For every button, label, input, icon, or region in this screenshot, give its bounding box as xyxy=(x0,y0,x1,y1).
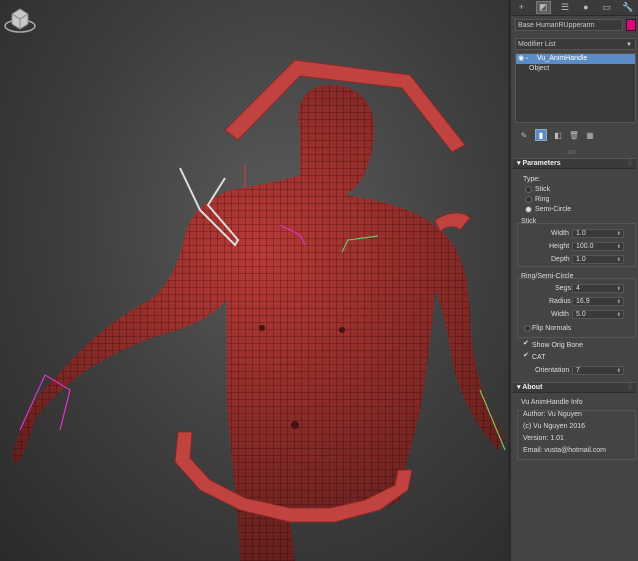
modify-tab-icon[interactable]: ◩ xyxy=(535,1,551,14)
cat-checkbox[interactable]: ✔ xyxy=(523,352,529,359)
stick-width-value: 1.0 xyxy=(576,230,586,237)
create-tab-icon[interactable]: + xyxy=(515,2,528,13)
orientation-spinner[interactable]: 7 ⬍ xyxy=(572,366,624,375)
stack-item-vu-animhandle[interactable]: ◉ ▫ Vu_AnimHandle xyxy=(516,54,635,64)
type-ring-label: Ring xyxy=(535,196,550,203)
command-panel: + ◩ ☰ ● ▭ 🔧 Base HumanRUpperarm Modifier… xyxy=(511,0,638,561)
scene-render xyxy=(12,59,506,561)
type-ring-radio[interactable] xyxy=(525,196,532,203)
eye-icon[interactable]: ◉ xyxy=(518,54,524,64)
rollout-menu-icon[interactable]: ⁞⁞ xyxy=(628,383,632,393)
modifier-stack: ◉ ▫ Vu_AnimHandle Object xyxy=(515,53,636,123)
show-orig-bone-checkbox[interactable]: ✔ xyxy=(523,340,529,347)
make-unique-icon[interactable]: ◧ xyxy=(553,130,563,140)
ring-radius-label: Radius xyxy=(549,298,571,305)
stick-height-spinner[interactable]: 100.0 ⬍ xyxy=(572,242,624,251)
about-copyright: (c) Vu Nguyen 2016 xyxy=(523,423,585,430)
motion-tab-icon[interactable]: ● xyxy=(579,2,592,13)
rollout-menu-icon[interactable]: ⁞⁞ xyxy=(628,159,632,169)
chevron-down-icon: ▼ xyxy=(626,42,632,48)
flip-normals-label: Flip Normals xyxy=(532,325,572,332)
spinner-arrows-icon[interactable]: ⬍ xyxy=(617,243,621,251)
ring-segs-label: Segs xyxy=(555,285,571,292)
about-group-label: Vu AnimHandle Info xyxy=(521,399,583,406)
spinner-arrows-icon[interactable]: ⬍ xyxy=(617,285,621,293)
ring-width-value: 5.0 xyxy=(576,311,586,318)
orientation-label: Orientation xyxy=(535,367,570,374)
utilities-tab-icon[interactable]: 🔧 xyxy=(621,2,634,13)
stick-height-value: 100.0 xyxy=(576,243,594,250)
parameters-title: Parameters xyxy=(522,160,561,167)
ring-radius-value: 16.9 xyxy=(576,298,590,305)
ring-radius-spinner[interactable]: 16.9 ⬍ xyxy=(572,297,624,306)
modifier-list-dropdown[interactable]: Modifier List ▼ xyxy=(515,38,636,50)
ring-width-spinner[interactable]: 5.0 ⬍ xyxy=(572,310,624,319)
configure-sets-icon[interactable]: ▦ xyxy=(585,130,595,140)
stick-depth-spinner[interactable]: 1.0 ⬍ xyxy=(572,255,624,264)
about-title: About xyxy=(522,384,543,391)
spinner-arrows-icon[interactable]: ⬍ xyxy=(617,230,621,238)
type-stick-label: Stick xyxy=(535,186,551,193)
ring-width-label: Width xyxy=(551,311,569,318)
modifier-list-label: Modifier List xyxy=(518,41,556,48)
about-email: Email: vusta@hotmail.com xyxy=(523,447,606,454)
cat-label: CAT xyxy=(532,354,546,361)
show-orig-bone-label: Show Orig Bone xyxy=(532,342,583,349)
character-mesh xyxy=(12,84,505,561)
expand-icon[interactable]: ▫ xyxy=(526,54,528,64)
spinner-arrows-icon[interactable]: ⬍ xyxy=(617,298,621,306)
type-label: Type: xyxy=(523,176,541,183)
pin-stack-icon[interactable]: ✎ xyxy=(519,130,529,140)
stick-height-label: Height xyxy=(549,243,570,250)
hierarchy-tab-icon[interactable]: ☰ xyxy=(559,2,572,13)
spinner-arrows-icon[interactable]: ⬍ xyxy=(617,367,621,375)
type-semicircle-label: Semi-Circle xyxy=(535,206,572,213)
max-window: + ◩ ☰ ● ▭ 🔧 Base HumanRUpperarm Modifier… xyxy=(0,0,638,561)
stick-depth-value: 1.0 xyxy=(576,256,586,263)
stack-item-label: Object xyxy=(529,65,550,72)
show-end-result-icon[interactable]: ▮ xyxy=(535,129,547,141)
object-color-swatch[interactable] xyxy=(626,19,636,31)
command-panel-tabs: + ◩ ☰ ● ▭ 🔧 xyxy=(511,0,638,16)
ring-segs-spinner[interactable]: 4 ⬍ xyxy=(572,284,624,293)
about-version: Version: 1.01 xyxy=(523,435,564,442)
about-author: Author: Vu Nguyen xyxy=(523,411,582,418)
ring-segs-value: 4 xyxy=(576,285,580,292)
stick-width-label: Width xyxy=(551,230,569,237)
flip-normals-checkbox[interactable] xyxy=(524,325,531,332)
type-semicircle-radio[interactable] xyxy=(525,206,532,213)
viewcube-icon[interactable] xyxy=(0,0,40,40)
spinner-arrows-icon[interactable]: ⬍ xyxy=(617,256,621,264)
remove-modifier-icon[interactable]: 🗑 xyxy=(569,130,579,140)
stack-toolbar: ✎ ▮ ◧ 🗑 ▦ xyxy=(515,129,636,141)
display-tab-icon[interactable]: ▭ xyxy=(600,2,613,13)
viewport[interactable] xyxy=(0,0,508,561)
rollout-grip-icon[interactable]: ≡≡≡ xyxy=(567,150,575,156)
type-stick-radio[interactable] xyxy=(525,186,532,193)
orientation-value: 7 xyxy=(576,367,580,374)
stick-width-spinner[interactable]: 1.0 ⬍ xyxy=(572,229,624,238)
about-rollout-header[interactable]: ▾ About ⁞⁞ xyxy=(513,382,636,393)
stick-depth-label: Depth xyxy=(551,256,570,263)
stack-item-object[interactable]: Object xyxy=(516,64,635,74)
spinner-arrows-icon[interactable]: ⬍ xyxy=(617,311,621,319)
stack-item-label: Vu_AnimHandle xyxy=(537,55,588,62)
parameters-rollout-header[interactable]: ▾ Parameters ⁞⁞ xyxy=(513,158,636,169)
object-name-field[interactable]: Base HumanRUpperarm xyxy=(515,19,623,31)
